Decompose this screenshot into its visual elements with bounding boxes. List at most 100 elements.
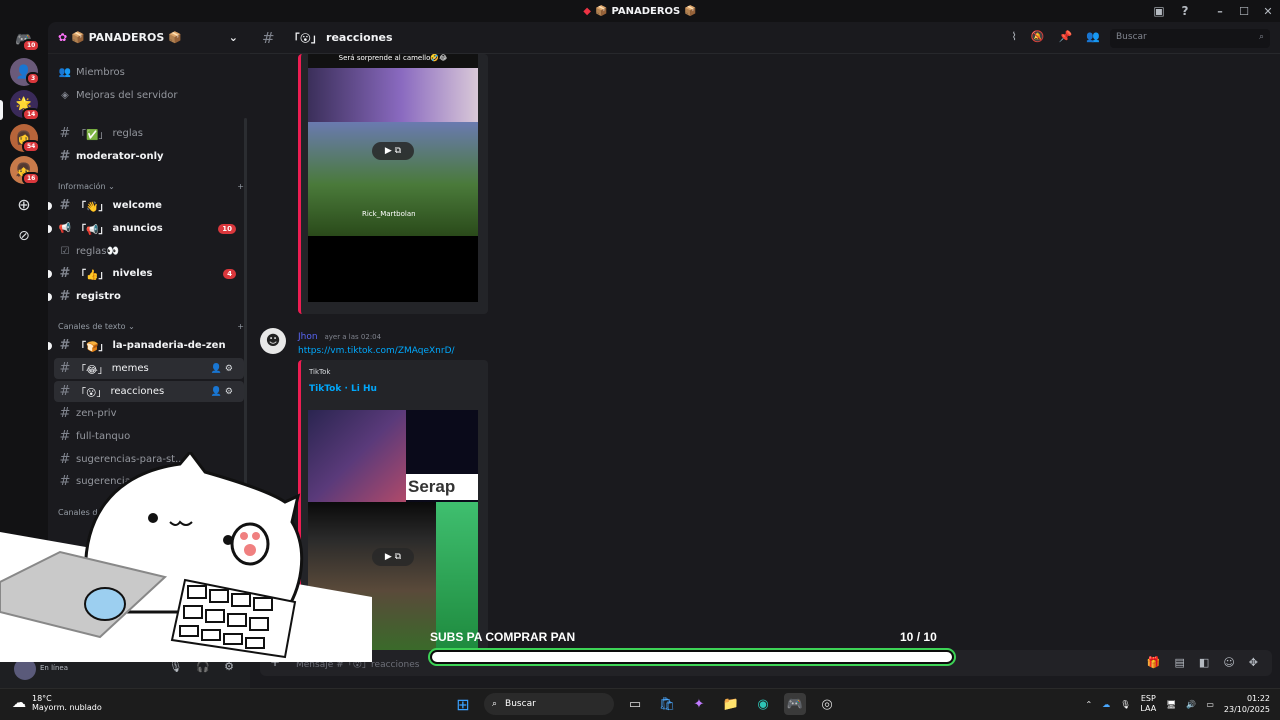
members-icon[interactable]: 👥	[1086, 30, 1100, 43]
hash-icon: #	[262, 28, 275, 47]
weather-widget[interactable]: ☁ 18°C Mayorm. nublado	[12, 694, 102, 712]
streamer-cam	[308, 68, 478, 122]
hash-icon: #	[59, 384, 71, 399]
hash-icon: #	[59, 429, 71, 444]
minimize-button[interactable]: –	[1208, 5, 1232, 18]
home-badge: 10	[22, 39, 41, 52]
task-view-icon[interactable]: ▭	[624, 693, 646, 715]
channel-tools[interactable]: 👤⚙	[211, 364, 236, 374]
play-icon[interactable]: ▶ ⧉	[372, 548, 414, 566]
search-input[interactable]: Buscar ⌕	[1110, 29, 1270, 48]
channel-title: reacciones	[326, 31, 393, 44]
window-title: ◆ 📦 PANADEROS 📦	[583, 6, 696, 17]
channel-emoji: 「👍」	[76, 270, 109, 281]
unread-indicator	[48, 341, 52, 350]
maximize-button[interactable]: ☐	[1232, 5, 1256, 18]
video-thumbnail[interactable]: Será sorprende al camello🤣😂 Rick_Martbol…	[308, 54, 478, 302]
sidebar-item-memes[interactable]: # 「😂」 memes 👤⚙	[54, 358, 244, 379]
sidebar-item-zen-priv[interactable]: # zen-priv	[54, 403, 244, 424]
sidebar-item-label: reglas	[76, 246, 107, 257]
channel-emoji: 「😂」	[76, 365, 108, 376]
paw-bean-icon	[240, 532, 248, 540]
rules-icon: ☑	[60, 246, 70, 257]
channel-tools[interactable]: 👤⚙	[211, 387, 236, 397]
weather-desc: Mayorm. nublado	[32, 703, 102, 712]
discord-icon[interactable]: 🎮	[784, 693, 806, 715]
server-name-wrap: ✿ 📦 PANADEROS 📦	[58, 31, 182, 44]
embed-title[interactable]: TikTok · Li Hu	[309, 384, 377, 394]
inbox-icon[interactable]: ▣	[1146, 4, 1172, 18]
unread-indicator	[48, 224, 52, 233]
taskbar-apps: ⊞ ⌕ Buscar ▭ 🛍 ✦ 📁 ◉ 🎮 ◎	[452, 693, 838, 715]
sidebar-item-la-panaderia-de-zen[interactable]: # 「🍞」 la-panaderia-de-zen	[48, 335, 244, 356]
mute-bell-icon[interactable]: 🔕	[1031, 30, 1045, 43]
taskbar-search[interactable]: ⌕ Buscar	[484, 693, 614, 715]
channel-emoji: 「📢」	[76, 225, 109, 236]
copilot-icon[interactable]: ✦	[688, 693, 710, 715]
minecraft-scene	[308, 122, 478, 236]
mention-badge: 4	[223, 268, 236, 279]
sidebar-item-full-tanquo[interactable]: # full-tanquo	[54, 426, 244, 447]
category-canales-de-texto[interactable]: Canales de texto ⌄ +	[58, 322, 244, 331]
sub-goal-progress-fill	[432, 652, 952, 662]
microphone-icon[interactable]: 🎙	[1120, 700, 1130, 709]
channel-emoji: 「✅」	[76, 130, 109, 141]
weather-temp: 18°C	[32, 694, 52, 703]
network-icon[interactable]: 🖥	[1166, 700, 1176, 709]
avatar[interactable]: ☻	[260, 328, 286, 354]
hash-icon: #	[59, 266, 71, 281]
megaphone-icon: 📢	[58, 223, 72, 234]
emoji-icon[interactable]: ☺	[1223, 656, 1234, 669]
discover-icon[interactable]: ⊘	[10, 222, 38, 250]
sidebar-item-moderator-only[interactable]: # moderator-only	[54, 146, 244, 167]
help-icon[interactable]: ?	[1172, 4, 1198, 18]
clock[interactable]: 01:22 23/10/2025	[1224, 693, 1270, 715]
close-button[interactable]: ✕	[1256, 5, 1280, 18]
category-label: Canales de texto	[58, 322, 126, 331]
sidebar-item-label: registro	[76, 291, 121, 302]
channel-emoji: 「😮」	[288, 31, 323, 45]
store-icon[interactable]: 🛍	[656, 693, 678, 715]
sidebar-item-boosts[interactable]: ◈ Mejoras del servidor	[54, 85, 244, 106]
obs-icon[interactable]: ◎	[816, 693, 838, 715]
sidebar-item-reglas[interactable]: ☑ reglas 👀	[54, 241, 244, 262]
message-link[interactable]: https://vm.tiktok.com/ZMAqeXnrD/	[298, 346, 455, 356]
sidebar-item-registro[interactable]: # registro	[48, 286, 244, 307]
sidebar-item-members[interactable]: 👥 Miembros	[54, 62, 244, 83]
file-explorer-icon[interactable]: 📁	[720, 693, 742, 715]
battery-icon[interactable]: ▭	[1206, 700, 1214, 709]
chevron-up-icon[interactable]: ⌃	[1086, 700, 1093, 709]
author-name[interactable]: Jhon	[298, 332, 318, 342]
sub-goal-progress-bar	[428, 648, 956, 666]
add-server-icon[interactable]: ⊕	[10, 190, 38, 218]
search-placeholder: Buscar	[1116, 32, 1147, 42]
add-channel-icon[interactable]: +	[237, 182, 244, 191]
cookie-icon: 📦	[595, 5, 608, 17]
window-controls: ▣ ? – ☐ ✕	[1146, 0, 1280, 22]
pin-icon[interactable]: 📌	[1059, 30, 1073, 43]
gift-icon[interactable]: 🎁	[1147, 656, 1161, 669]
play-icon[interactable]: ▶ ⧉	[372, 142, 414, 160]
category-informacion[interactable]: Información ⌄ +	[58, 182, 244, 191]
sticker-icon[interactable]: ◧	[1199, 656, 1209, 669]
video-caption: Será sorprende al camello🤣😂	[308, 54, 478, 68]
volume-icon[interactable]: 🔊	[1186, 700, 1196, 709]
apps-icon[interactable]: ✥	[1249, 656, 1258, 669]
paw-bean-icon	[252, 532, 260, 540]
sidebar-item-reglas-pinned[interactable]: # 「✅」 reglas	[54, 123, 244, 144]
gif-icon[interactable]: ▤	[1175, 656, 1185, 669]
paw-bean-icon	[244, 544, 256, 556]
sidebar-item-welcome[interactable]: # 「👋」 welcome	[48, 195, 244, 216]
server-header[interactable]: ✿ 📦 PANADEROS 📦 ⌄	[48, 22, 250, 54]
sidebar-item-niveles[interactable]: # 「👍」 niveles 4	[48, 263, 244, 284]
sub-goal-current: 10	[900, 630, 914, 644]
edge-icon[interactable]: ◉	[752, 693, 774, 715]
windows-start-icon[interactable]: ⊞	[452, 693, 474, 715]
threads-icon[interactable]: ⌇	[1012, 30, 1017, 43]
onedrive-icon[interactable]: ☁	[1102, 700, 1110, 709]
embed-provider: TikTok	[309, 368, 331, 376]
sidebar-item-reacciones[interactable]: # 「😮」 reacciones 👤⚙	[54, 381, 244, 402]
sidebar-item-anuncios[interactable]: 📢 「📢」 anuncios 10	[48, 218, 244, 239]
add-channel-icon[interactable]: +	[237, 322, 244, 331]
language-indicator[interactable]: ESP LAA	[1140, 694, 1156, 714]
